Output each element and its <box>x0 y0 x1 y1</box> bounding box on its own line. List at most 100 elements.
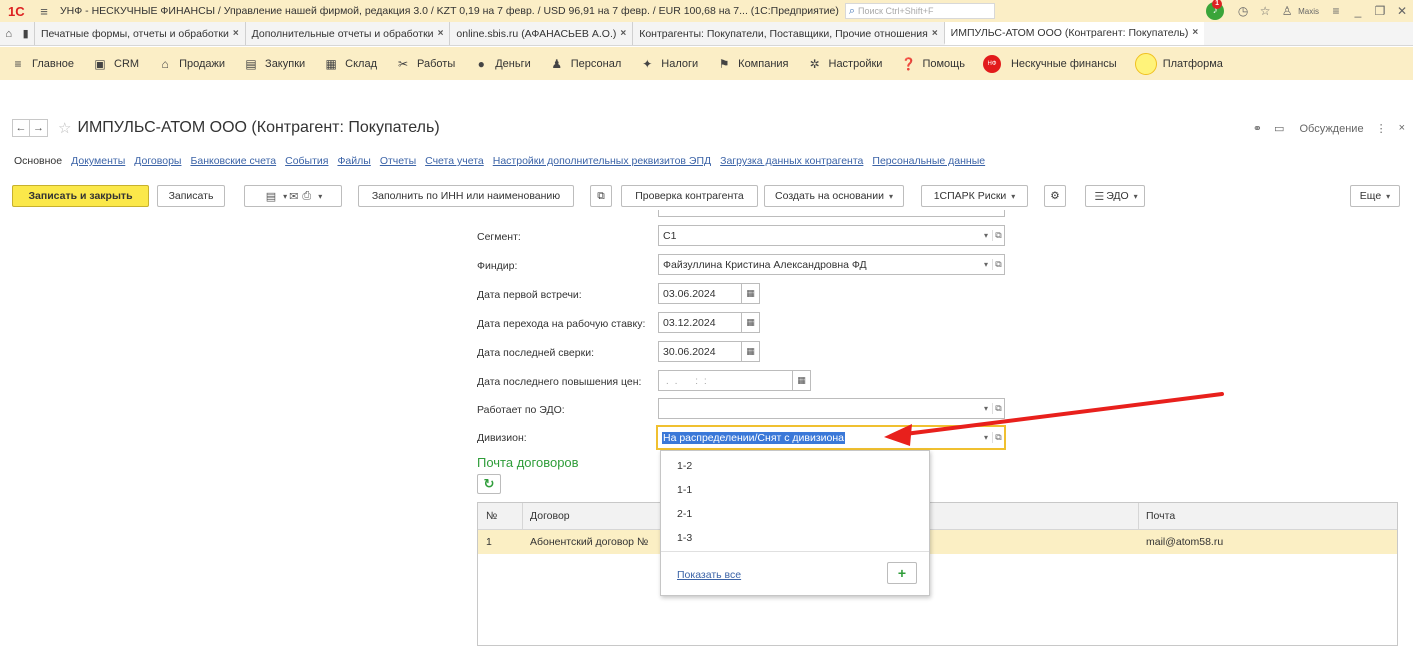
discussion-icon[interactable]: ▭ Обсуждение <box>1274 122 1364 135</box>
section-works[interactable]: ✂ Работы <box>395 57 455 71</box>
dropdown-item-2-1[interactable]: 2-1 <box>677 508 692 520</box>
nav-main[interactable]: Основное <box>14 155 62 167</box>
favorites-icon[interactable]: ☆ <box>1254 4 1276 18</box>
more-actions-icon[interactable]: ⋮ <box>1376 122 1387 135</box>
more-button[interactable]: Еще ▾ <box>1350 185 1400 207</box>
section-main[interactable]: ≡ Главное <box>10 57 74 71</box>
close-tab-icon[interactable]: × <box>620 28 626 39</box>
section-warehouse[interactable]: ▦ Склад <box>323 57 378 71</box>
print-mail-group[interactable]: ▤ ▾ ✉ ⎙ ▾ <box>244 185 342 207</box>
refresh-icon[interactable]: ↻ <box>477 474 501 494</box>
tab-additional-reports[interactable]: Дополнительные отчеты и обработки × <box>244 22 450 45</box>
minimize-icon[interactable]: _ <box>1347 4 1369 18</box>
create-based-on-button[interactable]: Создать на основании ▾ <box>764 185 904 207</box>
col-email[interactable]: Почта <box>1138 503 1398 529</box>
show-all-link[interactable]: Показать все <box>677 569 741 581</box>
open-icon[interactable]: ⧉ <box>992 403 1004 414</box>
section-personnel[interactable]: ♟ Персонал <box>549 57 621 71</box>
nav-contracts[interactable]: Договоры <box>134 155 181 167</box>
nav-personal-data[interactable]: Персональные данные <box>872 155 985 167</box>
close-form-icon[interactable]: × <box>1399 122 1405 134</box>
edo-works-field[interactable]: ▾ ⧉ <box>658 398 1005 419</box>
nav-documents[interactable]: Документы <box>71 155 125 167</box>
tab-impuls-atom[interactable]: ИМПУЛЬС-АТОМ ООО (Контрагент: Покупатель… <box>943 22 1205 45</box>
section-settings[interactable]: ✲ Настройки <box>807 57 882 71</box>
chevron-down-icon[interactable]: ▾ <box>980 231 992 240</box>
work-rate-date-field[interactable]: 03.12.2024 <box>658 312 742 333</box>
section-company[interactable]: ⚑ Компания <box>716 57 789 71</box>
edo-button[interactable]: ☰ ЭДО ▾ <box>1085 185 1145 207</box>
nav-load-data[interactable]: Загрузка данных контрагента <box>720 155 863 167</box>
nav-events[interactable]: События <box>285 155 328 167</box>
section-money[interactable]: ● Деньги <box>473 57 531 71</box>
section-crm[interactable]: ▣ CRM <box>92 57 139 71</box>
tab-counterparties[interactable]: Контрагенты: Покупатели, Поставщики, Про… <box>632 22 943 45</box>
last-reconcile-date-field[interactable]: 30.06.2024 <box>658 341 742 362</box>
close-tab-icon[interactable]: × <box>438 28 444 39</box>
section-sales[interactable]: ⌂ Продажи <box>157 57 225 71</box>
fill-by-inn-button[interactable]: Заполнить по ИНН или наименованию <box>358 185 574 207</box>
nav-reports[interactable]: Отчеты <box>380 155 416 167</box>
chevron-down-icon[interactable]: ▾ <box>980 433 992 442</box>
save-button[interactable]: Записать <box>157 185 225 207</box>
calendar-icon[interactable]: ▦ <box>793 370 811 391</box>
tab-print-forms[interactable]: Печатные формы, отчеты и обработки × <box>34 22 245 45</box>
back-button[interactable]: ← <box>12 119 30 137</box>
home-icon[interactable]: ⌂ <box>5 28 12 40</box>
forward-button[interactable]: → <box>30 119 48 137</box>
section-platform[interactable]: Платформа <box>1134 52 1223 75</box>
favorite-star-icon[interactable]: ☆ <box>58 119 71 137</box>
first-meeting-date-field[interactable]: 03.06.2024 <box>658 283 742 304</box>
add-icon[interactable]: + <box>887 562 917 584</box>
segment-label: Сегмент: <box>477 231 521 243</box>
nav-bank-accounts[interactable]: Банковские счета <box>190 155 276 167</box>
dropdown-item-1-2[interactable]: 1-2 <box>677 460 692 472</box>
calendar-icon[interactable]: ▦ <box>742 312 760 333</box>
calendar-icon[interactable]: ▦ <box>742 341 760 362</box>
dropdown-item-1-3[interactable]: 1-3 <box>677 532 692 544</box>
section-purchases[interactable]: ▤ Закупки <box>243 57 305 71</box>
close-tab-icon[interactable]: × <box>233 28 239 39</box>
open-icon[interactable]: ⧉ <box>992 432 1004 443</box>
edo-works-label: Работает по ЭДО: <box>477 404 565 416</box>
settings-menu-icon[interactable]: ≡ <box>1325 4 1347 18</box>
history-icon[interactable]: ◷ <box>1232 4 1254 18</box>
settings-gear-icon[interactable]: ⚙ <box>1044 185 1066 207</box>
partial-field <box>658 210 1005 217</box>
findir-label: Финдир: <box>477 260 518 272</box>
menu-icon[interactable]: ≡ <box>34 4 54 19</box>
nav-files[interactable]: Файлы <box>337 155 370 167</box>
section-taxes[interactable]: ✦ Налоги <box>639 57 698 71</box>
global-search-input[interactable]: ⌕ Поиск Ctrl+Shift+F <box>844 3 995 19</box>
dropdown-item-1-1[interactable]: 1-1 <box>677 484 692 496</box>
open-icon[interactable]: ⧉ <box>992 259 1004 270</box>
check-counterparty-button[interactable]: Проверка контрагента <box>621 185 758 207</box>
table-row[interactable]: 1 Абонентский договор № mail@atom58.ru <box>478 530 1397 554</box>
last-price-raise-field[interactable]: . . : : <box>658 370 793 391</box>
tab-sbis[interactable]: online.sbis.ru (АФАНАСЬЕВ А.О.) × <box>449 22 632 45</box>
open-icon[interactable]: ⧉ <box>992 230 1004 241</box>
open-tabs-list-icon[interactable]: ▮ <box>23 27 29 40</box>
division-field[interactable]: На распределении/Снят с дивизиона ▾ ⧉ <box>656 425 1006 450</box>
section-help[interactable]: ❓ Помощь <box>900 57 965 71</box>
division-dropdown: 1-2 1-1 2-1 1-3 Показать все + <box>660 450 930 596</box>
nav-epd-settings[interactable]: Настройки дополнительных реквизитов ЭПД <box>493 155 711 167</box>
restore-icon[interactable]: ❐ <box>1369 4 1391 18</box>
close-tab-icon[interactable]: × <box>932 28 938 39</box>
save-close-button[interactable]: Записать и закрыть <box>12 185 149 207</box>
nav-accounts[interactable]: Счета учета <box>425 155 484 167</box>
findir-field[interactable]: Файзуллина Кристина Александровна ФД ▾ ⧉ <box>658 254 1005 275</box>
spark-risks-button[interactable]: 1СПАРК Риски ▾ <box>921 185 1028 207</box>
col-number[interactable]: № <box>478 503 522 529</box>
chevron-down-icon[interactable]: ▾ <box>980 404 992 413</box>
link-icon[interactable]: ⚭ <box>1253 122 1262 135</box>
segment-field[interactable]: С1 ▾ ⧉ <box>658 225 1005 246</box>
user-icon[interactable]: ♙ <box>1276 4 1298 18</box>
notifications-icon[interactable]: ♪ 1 <box>1206 0 1225 20</box>
section-neskuchnye[interactable]: НФ Нескучные финансы <box>982 54 1117 73</box>
calendar-icon[interactable]: ▦ <box>742 283 760 304</box>
close-window-icon[interactable]: ✕ <box>1391 4 1413 18</box>
chevron-down-icon[interactable]: ▾ <box>980 260 992 269</box>
copy-icon[interactable]: ⧉ <box>590 185 612 207</box>
close-tab-icon[interactable]: × <box>1192 27 1198 38</box>
